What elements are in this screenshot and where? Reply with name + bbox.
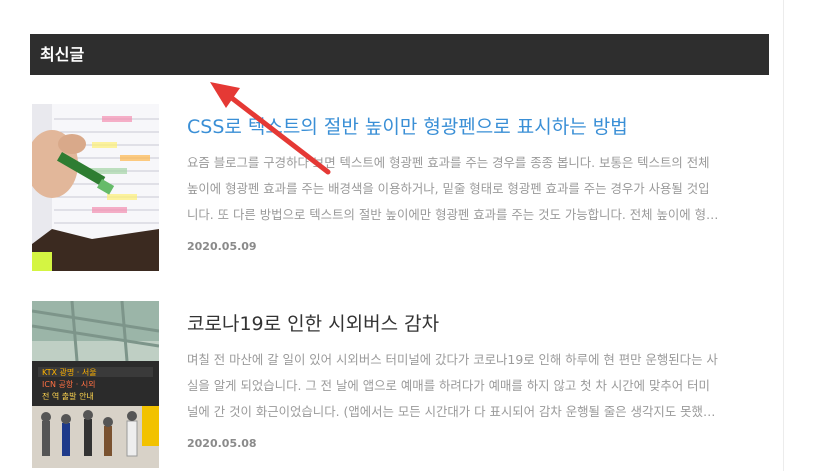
post-title-link[interactable]: CSS로 텍스트의 절반 높이만 형광펜으로 표시하는 방법 <box>187 113 772 141</box>
post-thumbnail[interactable] <box>32 104 159 271</box>
sidebar-divider <box>783 0 784 471</box>
excerpt-line: 높이에 형광펜 효과를 주는 배경색을 이용하거나, 밑줄 형태로 형광펜 효과… <box>187 181 710 196</box>
svg-text:ICN 공항 · 시외: ICN 공항 · 시외 <box>42 379 96 389</box>
post-date: 2020.05.09 <box>187 240 257 253</box>
post-title-link[interactable]: 코로나19로 인한 시외버스 감차 <box>187 310 772 338</box>
post-thumbnail[interactable]: KTX 광명 · 서울 ICN 공항 · 시외 전 역 출발 안내 <box>32 301 159 468</box>
post-excerpt: 요즘 블로그를 구경하다 보면 텍스트에 형광펜 효과를 주는 경우를 종종 봅… <box>187 150 772 228</box>
list-item[interactable]: KTX 광명 · 서울 ICN 공항 · 시외 전 역 출발 안내 코로나19로… <box>32 301 772 471</box>
svg-text:전 역 출발 안내: 전 역 출발 안내 <box>42 391 94 401</box>
section-title: 최신글 <box>30 34 769 75</box>
svg-text:KTX 광명 · 서울: KTX 광명 · 서울 <box>42 367 97 377</box>
post-excerpt: 며칠 전 마산에 갈 일이 있어 시외버스 터미널에 갔다가 코로나19로 인해… <box>187 347 772 425</box>
bus-terminal-photo-icon: KTX 광명 · 서울 ICN 공항 · 시외 전 역 출발 안내 <box>32 301 159 468</box>
highlighter-notebook-photo-icon <box>32 104 159 271</box>
excerpt-line: 니다. 또 다른 방법으로 텍스트의 절반 높이에만 형광펜 효과를 주는 것도… <box>187 207 719 222</box>
excerpt-line: 요즘 블로그를 구경하다 보면 텍스트에 형광펜 효과를 주는 경우를 종종 봅… <box>187 155 710 170</box>
excerpt-line: 널에 간 것이 화근이었습니다. (앱에서는 모든 시간대가 다 표시되어 감차… <box>187 404 716 419</box>
excerpt-line: 며칠 전 마산에 갈 일이 있어 시외버스 터미널에 갔다가 코로나19로 인해… <box>187 352 718 367</box>
list-item[interactable]: CSS로 텍스트의 절반 높이만 형광펜으로 표시하는 방법 요즘 블로그를 구… <box>32 104 772 274</box>
post-date: 2020.05.08 <box>187 437 257 450</box>
excerpt-line: 실을 알게 되었습니다. 그 전 날에 앱으로 예매를 하려다가 예매를 하지 … <box>187 378 710 393</box>
